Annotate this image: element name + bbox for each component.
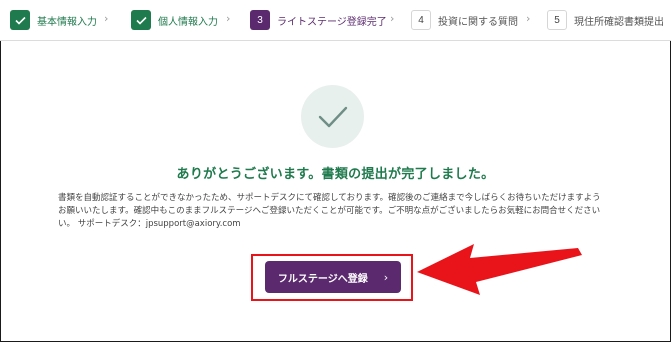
- step-label: 個人情報入力: [158, 16, 218, 28]
- progress-stepper: 基本情報入力 › 個人情報入力 › 3 ライトステージ登録完了 › 4 投資に関…: [0, 0, 671, 41]
- step-label: ライトステージ登録完了: [277, 16, 387, 28]
- check-icon: [131, 10, 151, 30]
- register-full-stage-button[interactable]: フルステージへ登録 ›: [265, 261, 401, 293]
- step-4: 4 投資に関する質問: [411, 9, 518, 31]
- step-number: 3: [250, 10, 270, 30]
- step-1: 基本情報入力: [10, 9, 97, 31]
- message-line: い。 サポートデスク：jpsupport@axiory.com: [58, 219, 241, 229]
- step-5: 5 現住所確認書類提出: [547, 9, 664, 31]
- step-label: 現住所確認書類提出: [574, 16, 664, 28]
- message-line: 書類を自動認証することができなかったため、サポートデスクにて確認しております。確…: [58, 193, 601, 203]
- message-line: お願いいたします。確認中もこのままフルステージへご登録いただくことが可能です。ご…: [58, 206, 601, 216]
- step-label: 基本情報入力: [37, 16, 97, 28]
- step-number: 4: [411, 10, 431, 30]
- step-label: 投資に関する質問: [438, 16, 518, 28]
- chevron-right-icon: ›: [526, 12, 531, 25]
- completion-heading: ありがとうございます。書類の提出が完了しました。: [176, 167, 495, 182]
- chevron-right-icon: ›: [104, 12, 109, 25]
- step-3: 3 ライトステージ登録完了: [250, 9, 387, 31]
- chevron-right-icon: ›: [226, 12, 231, 25]
- step-number: 5: [547, 10, 567, 30]
- button-label: フルステージへ登録: [277, 273, 368, 285]
- completion-message: 書類を自動認証することができなかったため、サポートデスクにて確認しております。確…: [58, 192, 614, 231]
- chevron-right-icon: ›: [383, 270, 389, 284]
- chevron-right-icon: ›: [390, 12, 395, 25]
- step-2: 個人情報入力: [131, 9, 218, 31]
- success-check-icon: [301, 85, 364, 148]
- check-icon: [10, 10, 30, 30]
